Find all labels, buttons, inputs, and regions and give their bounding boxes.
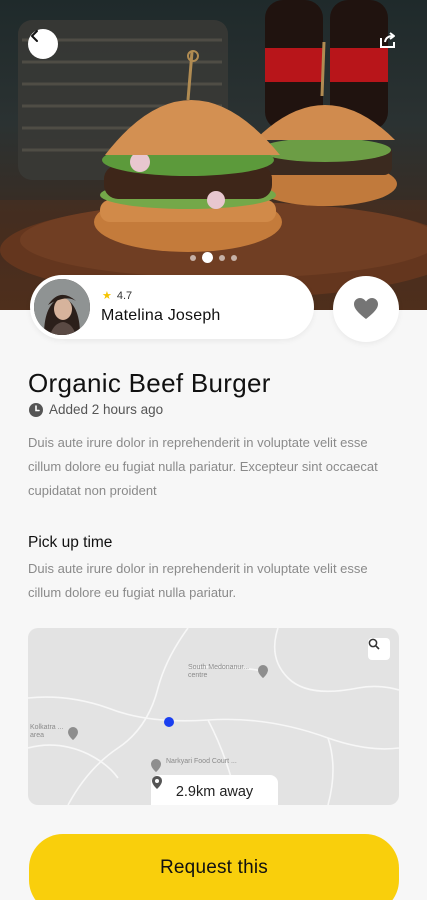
carousel-dot[interactable] — [190, 254, 196, 261]
page-title: Organic Beef Burger — [28, 368, 271, 398]
request-button-label: Request this — [159, 857, 268, 878]
avatar[interactable] — [34, 279, 90, 335]
location-map[interactable]: South Medonanur... centre Kolkatra ... a… — [28, 628, 399, 805]
author-card[interactable]: ★ 4.7 Matelina Joseph — [30, 275, 314, 339]
added-time-text: Added 2 hours ago — [49, 402, 164, 417]
map-label: Kolkatra ... area — [30, 724, 64, 739]
zoom-icon — [368, 638, 380, 650]
share-icon — [380, 32, 395, 48]
distance-text: 2.9km away — [175, 784, 254, 800]
carousel-dot[interactable] — [231, 254, 237, 261]
back-button[interactable] — [28, 29, 58, 59]
clock-icon — [29, 402, 43, 417]
pickup-title: Pick up time — [28, 534, 113, 551]
burger-photo — [0, 0, 427, 310]
added-time: Added 2 hours ago — [29, 402, 163, 417]
pickup-description: Duis aute irure dolor in reprehenderit i… — [28, 561, 368, 600]
carousel-dots — [0, 252, 427, 263]
share-button[interactable] — [378, 30, 402, 54]
author-name: Matelina Joseph — [101, 307, 221, 324]
star-icon: ★ — [102, 289, 112, 302]
heart-icon — [354, 298, 378, 319]
rating: ★ 4.7 — [102, 290, 132, 302]
favorite-button[interactable] — [333, 276, 399, 342]
carousel-dot[interactable] — [219, 254, 225, 261]
distance-badge: 2.9km away — [151, 775, 278, 805]
request-button[interactable]: Request this — [29, 834, 399, 900]
description: Duis aute irure dolor in reprehenderit i… — [28, 435, 378, 498]
map-label: Narkyari Food Court ... — [166, 758, 237, 765]
current-location-dot — [164, 717, 174, 727]
carousel-dot-active[interactable] — [202, 252, 213, 263]
map-label: South Medonanur... centre — [188, 664, 250, 679]
avatar-photo — [34, 279, 90, 335]
location-pin-icon — [152, 776, 162, 789]
hero-image — [0, 0, 427, 310]
rating-value: 4.7 — [116, 290, 133, 302]
chevron-left-icon — [31, 30, 38, 42]
map-zoom-button[interactable] — [368, 638, 390, 660]
